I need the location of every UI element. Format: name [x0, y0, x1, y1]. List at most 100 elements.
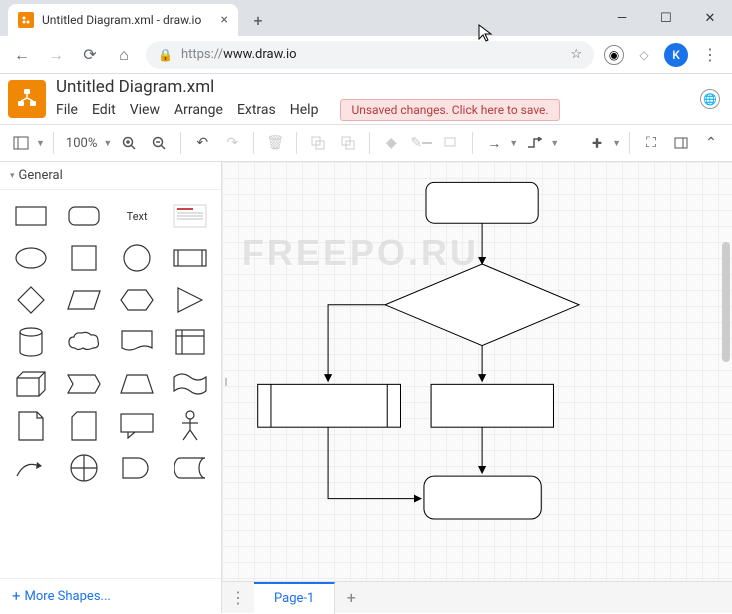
zoom-in-button[interactable] [116, 130, 142, 156]
shape-cube[interactable] [8, 366, 53, 402]
shape-or[interactable] [61, 450, 106, 486]
shape-text[interactable]: Text [115, 198, 160, 234]
shape-parallelogram[interactable] [61, 282, 106, 318]
tab-title: Untitled Diagram.xml - draw.io [42, 13, 201, 27]
insert-button[interactable]: + [584, 130, 610, 156]
shapes-grid: Text [0, 190, 221, 578]
shape-curve[interactable] [8, 450, 53, 486]
shape-actor[interactable] [168, 408, 213, 444]
back-button[interactable]: ← [10, 43, 34, 67]
fullscreen-button[interactable]: ⛶ [638, 130, 664, 156]
main-area: General Text [0, 162, 732, 613]
toolbar: ▼ 100% ▼ ↶ ↷ 🗑 ◆ ✎ → ▼ ▼ + ▼ ⛶ ⌃ [0, 124, 732, 162]
app-menu: File Edit View Arrange Extras Help Unsav… [56, 99, 690, 121]
url-bar[interactable]: 🔒 https://www.draw.io ☆ [146, 41, 594, 69]
collapse-button[interactable]: ⌃ [698, 130, 724, 156]
app-header: Untitled Diagram.xml File Edit View Arra… [0, 74, 732, 124]
shape-circle[interactable] [115, 240, 160, 276]
redo-button[interactable]: ↷ [219, 130, 245, 156]
shape-diamond[interactable] [8, 282, 53, 318]
zoom-value[interactable]: 100% [62, 136, 101, 151]
shape-triangle[interactable] [168, 282, 213, 318]
diagram [222, 162, 732, 581]
menu-arrange[interactable]: Arrange [174, 102, 223, 118]
page-tabs: ⋮ Page-1 + [222, 581, 732, 613]
extension-icon-2[interactable]: ◇ [634, 45, 654, 65]
shape-internal-storage[interactable] [168, 324, 213, 360]
shape-square[interactable] [61, 240, 106, 276]
menu-file[interactable]: File [56, 102, 78, 118]
browser-menu-icon[interactable]: ⋮ [698, 43, 722, 67]
connection-button[interactable]: → [481, 130, 507, 156]
view-mode-button[interactable] [8, 130, 34, 156]
add-page-button[interactable]: + [335, 582, 367, 614]
shape-data-storage[interactable] [168, 450, 213, 486]
forward-button[interactable]: → [44, 43, 68, 67]
page-tab-1[interactable]: Page-1 [254, 582, 335, 614]
shape-process[interactable] [168, 240, 213, 276]
home-button[interactable]: ⌂ [112, 43, 136, 67]
maximize-button[interactable]: ☐ [644, 0, 688, 36]
close-tab-icon[interactable]: × [221, 12, 228, 28]
line-color-button[interactable]: ✎ [408, 130, 434, 156]
canvas-wrap: ∥ FREEPO.RU [222, 162, 732, 613]
canvas[interactable]: ∥ FREEPO.RU [222, 162, 732, 581]
shape-cylinder[interactable] [8, 324, 53, 360]
menu-help[interactable]: Help [290, 102, 319, 118]
fill-color-button[interactable]: ◆ [378, 130, 404, 156]
shape-rect-rounded[interactable] [61, 198, 106, 234]
shape-document[interactable] [115, 324, 160, 360]
waypoint-button[interactable] [522, 130, 548, 156]
unsaved-changes-button[interactable]: Unsaved changes. Click here to save. [340, 99, 559, 121]
shape-cloud[interactable] [61, 324, 106, 360]
shapes-sidebar: General Text [0, 162, 222, 613]
bookmark-icon[interactable]: ☆ [570, 47, 582, 62]
to-front-button[interactable] [305, 130, 331, 156]
document-title[interactable]: Untitled Diagram.xml [56, 77, 690, 97]
shape-ellipse[interactable] [8, 240, 53, 276]
extension-icon-1[interactable]: ◉ [604, 45, 624, 65]
shape-step[interactable] [61, 366, 106, 402]
view-mode-dropdown-icon[interactable]: ▼ [36, 138, 45, 149]
waypoint-dropdown-icon[interactable]: ▼ [550, 138, 559, 149]
url-protocol: https:// [181, 47, 223, 62]
zoom-out-button[interactable] [146, 130, 172, 156]
window-controls: — ☐ ✕ [600, 0, 732, 36]
zoom-dropdown-icon[interactable]: ▼ [103, 138, 112, 149]
canvas-scrollbar[interactable] [722, 242, 730, 362]
lock-icon: 🔒 [158, 48, 173, 62]
browser-toolbar: ← → ⟳ ⌂ 🔒 https://www.draw.io ☆ ◉ ◇ K ⋮ [0, 36, 732, 74]
connection-dropdown-icon[interactable]: ▼ [509, 138, 518, 149]
shadow-button[interactable] [438, 130, 464, 156]
favicon [18, 12, 34, 28]
minimize-button[interactable]: — [600, 0, 644, 36]
shape-trapezoid[interactable] [115, 366, 160, 402]
delete-button[interactable]: 🗑 [262, 130, 288, 156]
shape-callout[interactable] [115, 408, 160, 444]
new-tab-button[interactable]: + [244, 6, 272, 34]
format-panel-button[interactable] [668, 130, 694, 156]
shape-and[interactable] [115, 450, 160, 486]
sidebar-category-general[interactable]: General [0, 162, 221, 190]
shape-rect-sharp[interactable] [8, 198, 53, 234]
menu-extras[interactable]: Extras [237, 102, 276, 118]
shape-hexagon[interactable] [115, 282, 160, 318]
close-window-button[interactable]: ✕ [688, 0, 732, 36]
shape-card[interactable] [61, 408, 106, 444]
profile-avatar[interactable]: K [664, 43, 688, 67]
url-host: www.draw.io [223, 47, 297, 62]
language-icon[interactable]: 🌐 [700, 89, 720, 109]
insert-dropdown-icon[interactable]: ▼ [612, 138, 621, 149]
app-logo[interactable] [8, 80, 46, 118]
shape-tape[interactable] [168, 366, 213, 402]
shape-note[interactable] [8, 408, 53, 444]
browser-tab[interactable]: Untitled Diagram.xml - draw.io × [8, 4, 238, 36]
menu-edit[interactable]: Edit [92, 102, 116, 118]
to-back-button[interactable] [335, 130, 361, 156]
menu-view[interactable]: View [130, 102, 160, 118]
more-shapes-button[interactable]: More Shapes... [0, 578, 221, 613]
reload-button[interactable]: ⟳ [78, 43, 102, 67]
undo-button[interactable]: ↶ [189, 130, 215, 156]
shape-textbox[interactable] [168, 198, 213, 234]
page-menu-button[interactable]: ⋮ [222, 582, 254, 614]
